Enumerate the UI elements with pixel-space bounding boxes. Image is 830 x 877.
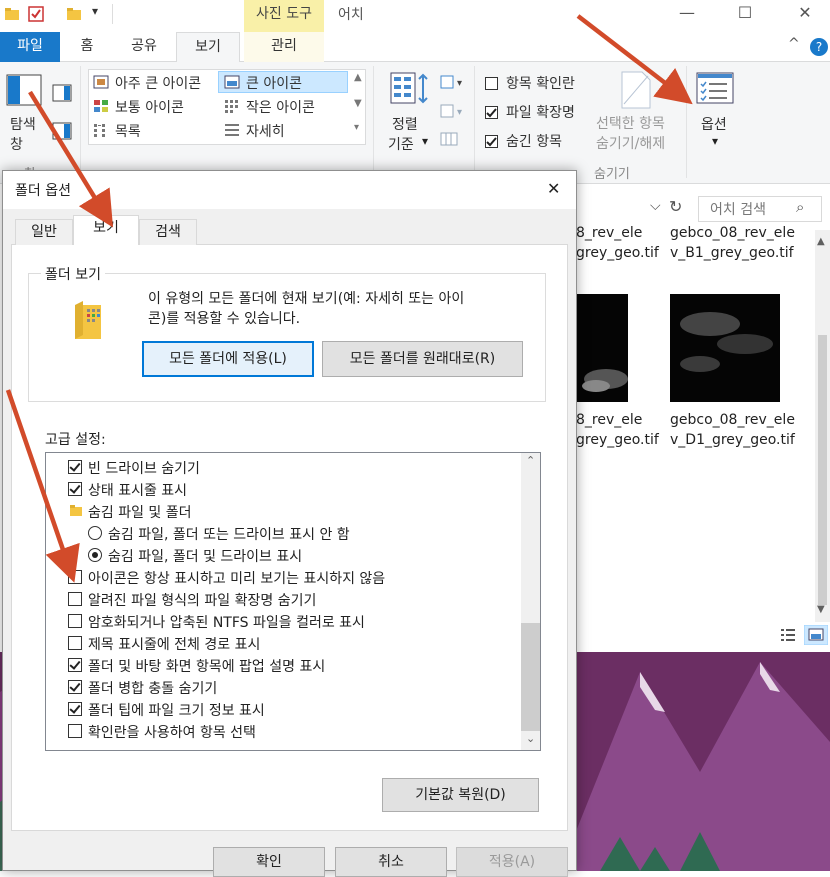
annotation-arrow: [576, 14, 693, 105]
annotation-arrows: [5, 14, 693, 583]
annotation-arrow: [5, 389, 80, 583]
annotation-arrow: [28, 90, 114, 228]
